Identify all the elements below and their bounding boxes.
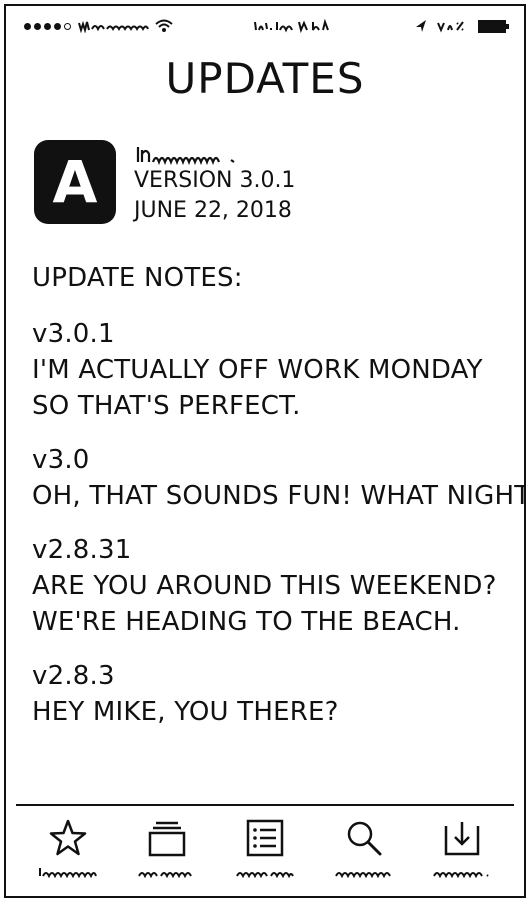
note-version: v3.0 bbox=[32, 445, 90, 475]
search-icon bbox=[344, 818, 384, 858]
signal-group bbox=[24, 19, 173, 33]
list-icon bbox=[245, 818, 285, 858]
note-text: ARE YOU AROUND THIS WEEKEND? bbox=[32, 571, 497, 601]
note-entry: v3.0 OH, THAT SOUNDS FUN! WHAT NIGHT? bbox=[32, 442, 526, 514]
note-entry: v3.0.1 I'M ACTUALLY OFF WORK MONDAY SO T… bbox=[32, 316, 512, 424]
tab-bar bbox=[20, 818, 510, 890]
app-header: A VERSION 3.0.1 JUNE 22, 2018 bbox=[34, 140, 295, 226]
tab-bar-divider bbox=[16, 804, 514, 806]
note-entry: v2.8.3 HEY MIKE, YOU THERE? bbox=[32, 658, 512, 730]
tab-categories[interactable] bbox=[119, 818, 215, 890]
app-icon-letter: A bbox=[52, 148, 98, 216]
battery-percent-scribble bbox=[437, 21, 464, 33]
note-entry: v2.8.31 ARE YOU AROUND THIS WEEKEND? WE'… bbox=[32, 532, 512, 640]
app-name-scribble bbox=[134, 140, 295, 166]
stacked-cards-icon bbox=[147, 818, 187, 858]
carrier-name-scribble bbox=[78, 20, 149, 33]
app-release-date: JUNE 22, 2018 bbox=[134, 198, 292, 223]
tab-top-charts[interactable] bbox=[217, 818, 313, 890]
note-text: I'M ACTUALLY OFF WORK MONDAY bbox=[32, 355, 483, 385]
phone-screen: UPDATES A VERSION 3.0.1 JUNE 22, 2018 UP… bbox=[4, 4, 526, 898]
note-version: v2.8.31 bbox=[32, 535, 132, 565]
tab-label-scribble bbox=[137, 872, 192, 878]
tab-label-scribble bbox=[236, 872, 294, 878]
note-version: v2.8.3 bbox=[32, 661, 115, 691]
app-version: VERSION 3.0.1 bbox=[134, 168, 296, 193]
location-arrow-icon bbox=[416, 20, 426, 32]
battery-group bbox=[414, 19, 509, 33]
note-text: SO THAT'S PERFECT. bbox=[32, 391, 301, 421]
tab-label-scribble bbox=[433, 872, 489, 878]
tab-label-scribble bbox=[334, 872, 391, 878]
note-text: OH, THAT SOUNDS FUN! WHAT NIGHT? bbox=[32, 481, 526, 511]
star-icon bbox=[48, 818, 88, 858]
battery-icon bbox=[478, 19, 509, 33]
tab-updates[interactable] bbox=[414, 818, 510, 890]
page-title: UPDATES bbox=[165, 54, 365, 103]
status-bar bbox=[24, 16, 509, 36]
app-meta: VERSION 3.0.1 JUNE 22, 2018 bbox=[134, 140, 295, 226]
note-text: HEY MIKE, YOU THERE? bbox=[32, 697, 339, 727]
tab-search[interactable] bbox=[316, 818, 412, 890]
signal-strength-icon bbox=[24, 22, 71, 30]
update-notes: UPDATE NOTES: v3.0.1 I'M ACTUALLY OFF WO… bbox=[32, 260, 526, 748]
tab-featured[interactable] bbox=[20, 818, 116, 890]
clock-scribble bbox=[253, 19, 329, 33]
notes-heading: UPDATE NOTES: bbox=[32, 263, 243, 293]
wifi-icon bbox=[155, 19, 173, 32]
app-icon[interactable]: A bbox=[34, 140, 116, 224]
tab-label-scribble bbox=[39, 868, 97, 878]
download-icon bbox=[442, 818, 482, 858]
note-text: WE'RE HEADING TO THE BEACH. bbox=[32, 607, 461, 637]
note-version: v3.0.1 bbox=[32, 319, 115, 349]
